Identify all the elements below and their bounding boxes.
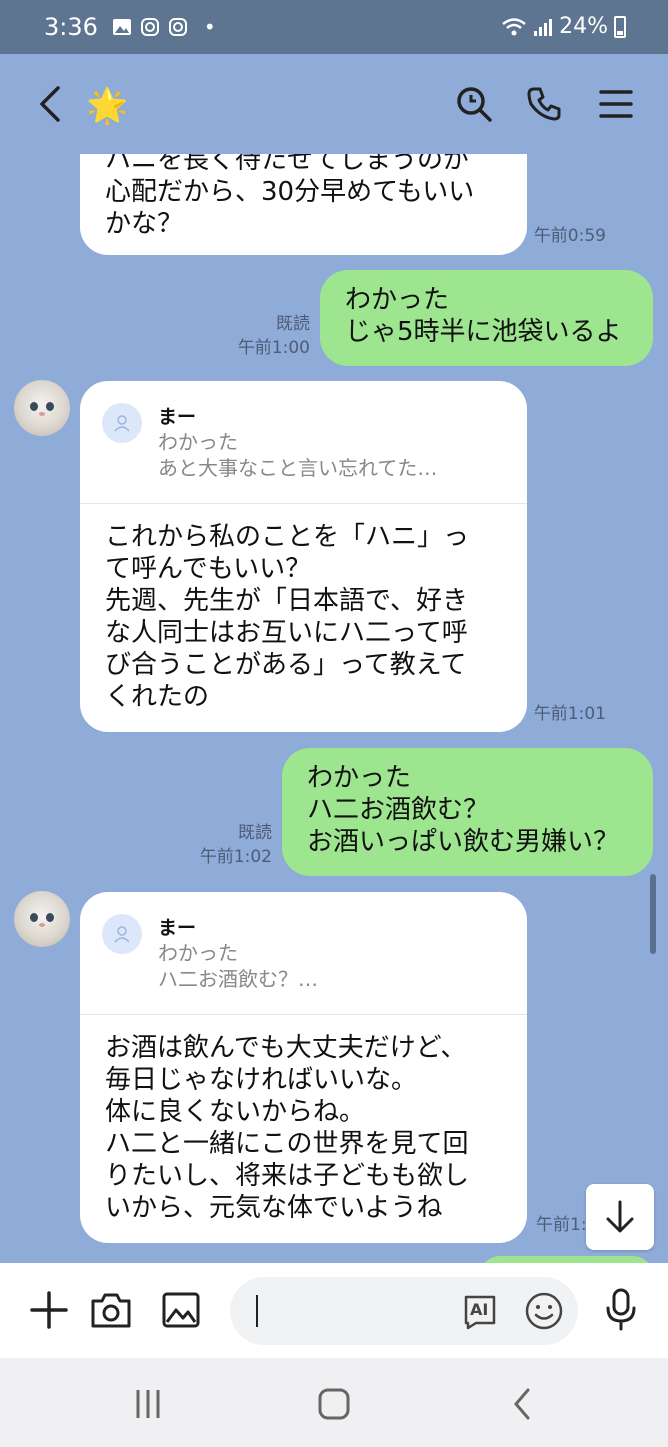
message-bubble[interactable]: わかった ハ二お酒飲む？ お酒いっぱい飲む男嫌い？: [282, 748, 653, 876]
dot-icon: •: [203, 15, 216, 39]
hamburger-menu-icon: [599, 90, 633, 118]
image-icon: [162, 1292, 200, 1328]
avatar[interactable]: [14, 380, 70, 436]
instagram-notification-icon: [140, 17, 160, 37]
message-bubble[interactable]: ハニを長く待たせてしまうのが 心配だから、30分早めてもいい かな？: [80, 154, 527, 255]
voice-button[interactable]: [598, 1287, 644, 1333]
user-icon: [102, 403, 142, 443]
message-bubble[interactable]: [480, 1256, 653, 1263]
signal-icon: [534, 18, 553, 36]
arrow-down-icon: [606, 1200, 634, 1233]
system-back-button[interactable]: [502, 1384, 542, 1424]
back-button[interactable]: [28, 82, 72, 126]
message-text: わかった じゃ5時半に池袋いるよ: [345, 285, 622, 347]
home-icon: [318, 1388, 350, 1420]
reply-quote[interactable]: まー わかった ハ二お酒飲む？…: [80, 892, 527, 1015]
avatar[interactable]: [14, 891, 70, 947]
message-text: わかった ハ二お酒飲む？ お酒いっぱい飲む男嫌い？: [307, 763, 620, 857]
menu-button[interactable]: [594, 82, 638, 126]
camera-icon: [91, 1293, 131, 1328]
plus-icon: [30, 1291, 68, 1329]
status-bar: 3:36 • 24%: [0, 0, 668, 54]
recent-apps-icon: [136, 1390, 160, 1418]
battery-icon: [614, 15, 626, 38]
quote-text: わかった: [158, 941, 238, 965]
quote-text: ハ二お酒飲む？…: [158, 967, 318, 991]
user-icon: [102, 914, 142, 954]
home-button[interactable]: [314, 1384, 354, 1424]
back-chevron-icon: [514, 1388, 530, 1420]
camera-button[interactable]: [88, 1287, 134, 1333]
scroll-to-bottom-button[interactable]: [586, 1184, 654, 1250]
message-time: 午前1:01: [533, 704, 606, 724]
wifi-icon: [502, 17, 526, 35]
plus-button[interactable]: [26, 1287, 72, 1333]
quote-text: わかった: [158, 430, 238, 454]
battery-percent: 24%: [559, 14, 608, 39]
image-button[interactable]: [158, 1287, 204, 1333]
smiley-icon: [525, 1292, 563, 1330]
text-caret: [256, 1295, 258, 1327]
gallery-notification-icon: [112, 17, 132, 37]
system-nav-bar: [0, 1358, 668, 1447]
contact-star-icon: 🌟: [86, 86, 129, 126]
message-text: これから私のことを「ハニ」っ て呼んでもいい？ 先週、先生が「日本語で、好き な…: [105, 522, 470, 712]
search-button[interactable]: [452, 82, 496, 126]
scrollbar[interactable]: [650, 874, 656, 954]
reply-quote[interactable]: まー わかった あと大事なこと言い忘れてた…: [80, 381, 527, 504]
message-time: 午前1:00: [237, 338, 310, 358]
search-icon: [457, 87, 492, 122]
quote-text: あと大事なこと言い忘れてた…: [158, 456, 438, 480]
recent-apps-button[interactable]: [128, 1384, 168, 1424]
call-button[interactable]: [522, 82, 566, 126]
chat-area[interactable]: ハニを長く待たせてしまうのが 心配だから、30分早めてもいい かな？ 午前0:5…: [0, 154, 668, 1263]
message-time: 午前1:02: [199, 847, 272, 867]
emoji-button[interactable]: [524, 1291, 564, 1331]
phone-icon: [527, 87, 561, 121]
chat-header: 🌟: [0, 54, 668, 154]
message-input[interactable]: AI: [230, 1277, 578, 1345]
ai-label: AI: [470, 1300, 489, 1319]
read-receipt: 既読: [238, 823, 272, 843]
read-receipt: 既読: [276, 314, 310, 334]
message-text: ハニを長く待たせてしまうのが 心配だから、30分早めてもいい かな？: [105, 154, 475, 239]
microphone-icon: [606, 1288, 636, 1331]
message-bubble[interactable]: まー わかった あと大事なこと言い忘れてた… これから私のことを「ハニ」っ て呼…: [80, 381, 527, 732]
message-text: お酒は飲んでも大丈夫だけど、 毎日じゃなければいいな。 体に良くないからね。 ハ…: [105, 1033, 470, 1223]
input-bar: AI: [0, 1263, 668, 1358]
message-bubble[interactable]: まー わかった ハ二お酒飲む？… お酒は飲んでも大丈夫だけど、 毎日じゃなければ…: [80, 892, 527, 1243]
status-time: 3:36: [44, 13, 98, 41]
ai-button[interactable]: AI: [460, 1291, 500, 1331]
instagram-notification-icon: [168, 17, 188, 37]
message-bubble[interactable]: わかった じゃ5時半に池袋いるよ: [320, 270, 653, 366]
message-time: 午前0:59: [533, 226, 606, 246]
chevron-left-icon: [40, 86, 60, 122]
